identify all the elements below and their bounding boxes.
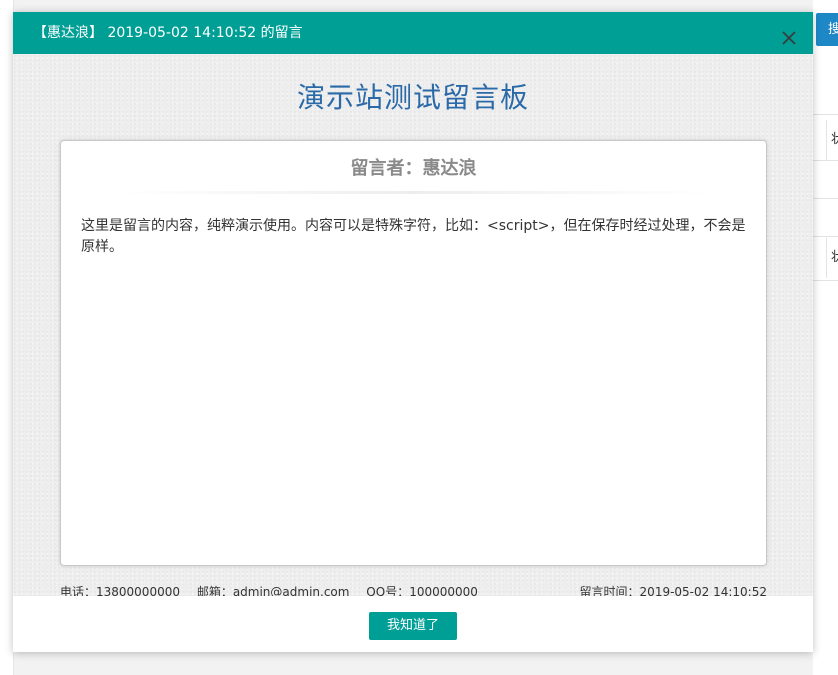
background-search-button[interactable]: 搜 (816, 13, 838, 46)
background-table-row (813, 114, 838, 115)
dialog-body: 演示站测试留言板 留言者：惠达浪 这里是留言的内容，纯粹演示使用。内容可以是特殊… (13, 54, 813, 599)
dialog-footer: 我知道了 (13, 596, 813, 652)
background-table-row (813, 160, 838, 161)
background-table-row (813, 236, 838, 237)
close-icon[interactable] (779, 23, 799, 45)
dialog-header: 【惠达浪】 2019-05-02 14:10:52 的留言 (13, 12, 813, 54)
ok-button[interactable]: 我知道了 (369, 612, 457, 640)
background-table-cell: 状 (826, 238, 838, 278)
message-card: 留言者：惠达浪 这里是留言的内容，纯粹演示使用。内容可以是特殊字符，比如：<sc… (60, 140, 767, 566)
background-table-row (813, 198, 838, 199)
message-dialog: 【惠达浪】 2019-05-02 14:10:52 的留言 演示站测试留言板 留… (13, 12, 813, 652)
message-content: 这里是留言的内容，纯粹演示使用。内容可以是特殊字符，比如：<script>，但在… (81, 218, 746, 255)
background-sidebar (0, 0, 14, 675)
background-table-row (813, 280, 838, 281)
dialog-title: 【惠达浪】 2019-05-02 14:10:52 的留言 (33, 25, 303, 41)
board-title: 演示站测试留言板 (296, 81, 529, 114)
background-table-cell: 状 (826, 120, 838, 160)
background-page (813, 0, 838, 675)
message-author: 留言者：惠达浪 (350, 158, 477, 179)
